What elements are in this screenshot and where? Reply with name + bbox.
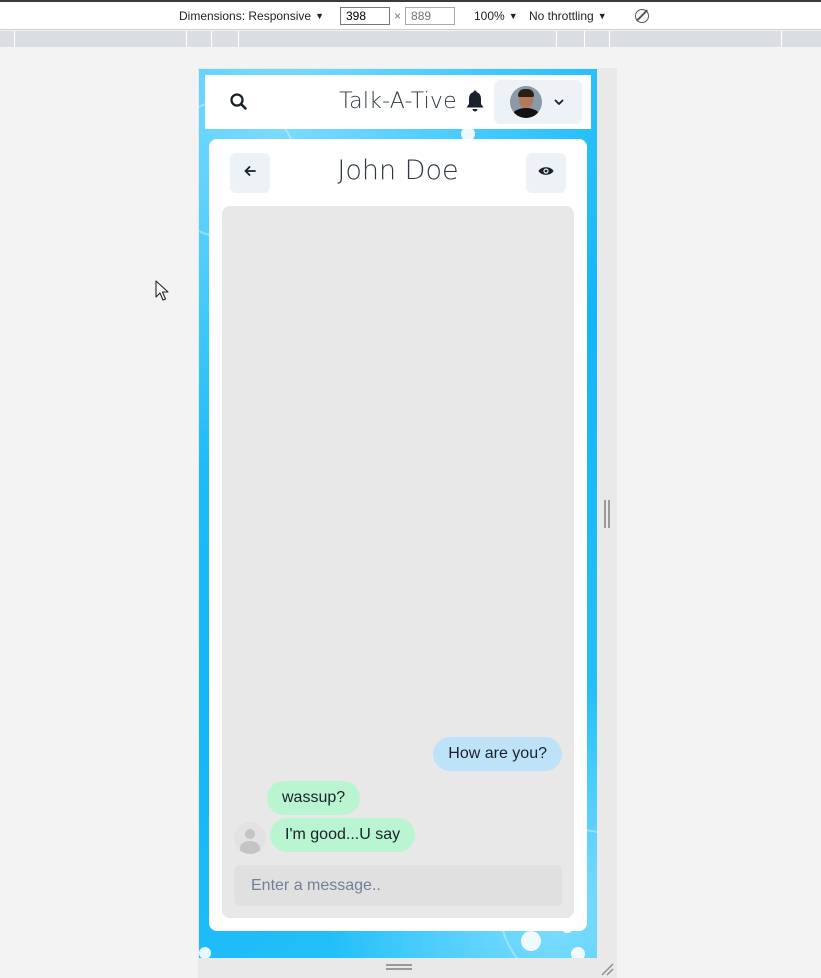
- chevron-down-icon: [552, 95, 566, 109]
- eye-icon: [538, 164, 554, 182]
- dimensions-label: Dimensions: Responsive: [179, 9, 312, 23]
- view-profile-button[interactable]: [526, 153, 566, 193]
- rotate-icon[interactable]: [635, 9, 649, 23]
- back-button[interactable]: [230, 153, 270, 193]
- zoom-dropdown[interactable]: 100% ▼: [474, 9, 518, 23]
- height-resize-handle[interactable]: [386, 964, 412, 970]
- message-bubble-received: wassup?: [267, 781, 361, 815]
- device-viewport: Talk-A-Tive John Doe How are you? wassup…: [199, 69, 597, 958]
- height-input[interactable]: [405, 7, 456, 25]
- width-resize-handle[interactable]: [604, 500, 610, 528]
- mouse-cursor-icon: [155, 280, 169, 302]
- message-bubble-received: I'm good...U say: [270, 818, 416, 852]
- message-bubble-sent: How are you?: [433, 737, 562, 771]
- devtools-toolbar: Dimensions: Responsive ▼ × 100% ▼ No thr…: [0, 0, 821, 30]
- search-icon[interactable]: [227, 90, 251, 114]
- arrow-left-icon: [243, 164, 257, 183]
- messages-area[interactable]: How are you? wassup? I'm good...U say: [222, 206, 574, 918]
- caret-down-icon: ▼: [508, 11, 518, 21]
- corner-resize-icon[interactable]: [600, 962, 614, 976]
- size-inputs: ×: [340, 7, 456, 25]
- app-navbar: Talk-A-Tive: [205, 75, 591, 129]
- caret-down-icon: ▼: [597, 11, 607, 21]
- throttling-label: No throttling: [529, 9, 594, 23]
- profile-menu-button[interactable]: [494, 80, 582, 124]
- sender-avatar[interactable]: [234, 822, 266, 854]
- bell-icon[interactable]: [463, 89, 487, 115]
- avatar: [510, 86, 542, 118]
- times-sign: ×: [394, 9, 402, 23]
- throttling-dropdown[interactable]: No throttling ▼: [529, 9, 607, 23]
- width-input[interactable]: [340, 7, 390, 25]
- message-input[interactable]: [234, 865, 562, 906]
- chat-box: John Doe How are you? wassup? I'm good..…: [209, 139, 587, 931]
- dimensions-dropdown[interactable]: Dimensions: Responsive ▼: [179, 9, 324, 23]
- media-query-ruler[interactable]: [0, 31, 821, 47]
- caret-down-icon: ▼: [315, 11, 324, 21]
- zoom-label: 100%: [474, 9, 505, 23]
